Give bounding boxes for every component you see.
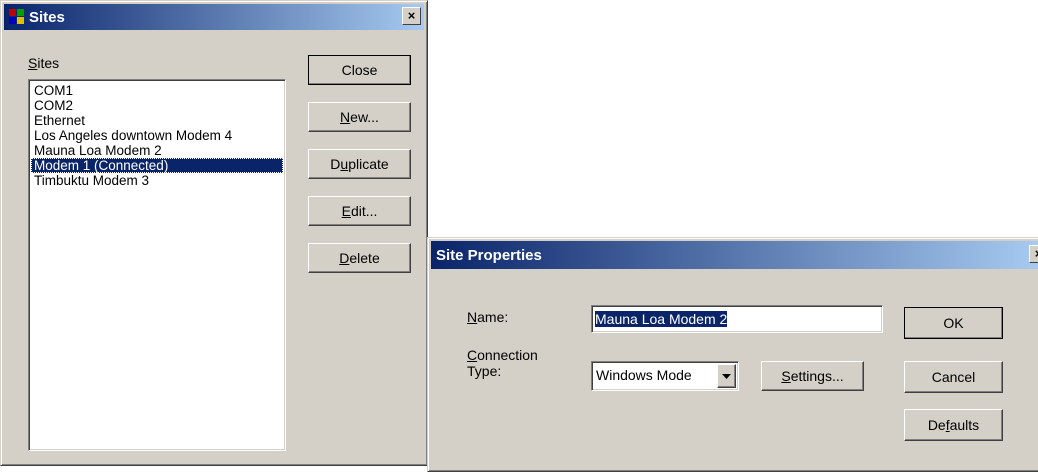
sites-listbox[interactable]: COM1 COM2 Ethernet Los Angeles downtown Mod… [28,79,286,451]
sites-title: Sites [29,8,65,26]
close-button[interactable]: Close [308,55,411,85]
connection-type-select[interactable]: Windows Mode [591,361,739,391]
dropdown-arrow-icon[interactable] [717,364,736,388]
sites-list-item[interactable]: Modem 1 (Connected) [31,158,283,173]
sites-close-icon[interactable]: × [402,7,421,25]
sites-list-item[interactable]: COM2 [31,98,283,113]
sites-list: COM1 COM2 Ethernet Los Angeles downtown Mod… [31,83,283,188]
new-button[interactable]: New... [308,102,411,132]
edit-button[interactable]: Edit... [308,196,411,226]
site-properties-title-bar[interactable]: Site Properties × [431,241,1038,269]
sites-list-item[interactable]: COM1 [31,83,283,98]
cancel-button[interactable]: Cancel [904,361,1003,393]
sites-title-bar[interactable]: Sites × [4,4,424,30]
sites-list-item[interactable]: Mauna Loa Modem 2 [31,143,283,158]
site-properties-dialog: Site Properties × Name: Mauna Loa Modem … [427,237,1038,472]
name-field[interactable]: Mauna Loa Modem 2 [591,305,883,333]
name-label: Name: [467,309,509,325]
sites-list-item[interactable]: Ethernet [31,113,283,128]
app-icon [9,9,25,25]
delete-button[interactable]: Delete [308,243,411,273]
settings-button[interactable]: Settings... [761,361,864,391]
defaults-button[interactable]: Defaults [904,409,1003,441]
sites-list-item[interactable]: Timbuktu Modem 3 [31,173,283,188]
site-properties-close-icon[interactable]: × [1029,245,1038,263]
ok-button[interactable]: OK [904,307,1003,339]
duplicate-button[interactable]: Duplicate [308,149,411,179]
connection-type-label: Connection Type: [467,347,538,379]
sites-dialog: Sites × Sites COM1 COM2 Ethernet Los Angele… [0,0,428,466]
sites-list-item[interactable]: Los Angeles downtown Modem 4 [31,128,283,143]
site-properties-title: Site Properties [436,246,542,264]
sites-list-label: Sites [28,55,60,71]
